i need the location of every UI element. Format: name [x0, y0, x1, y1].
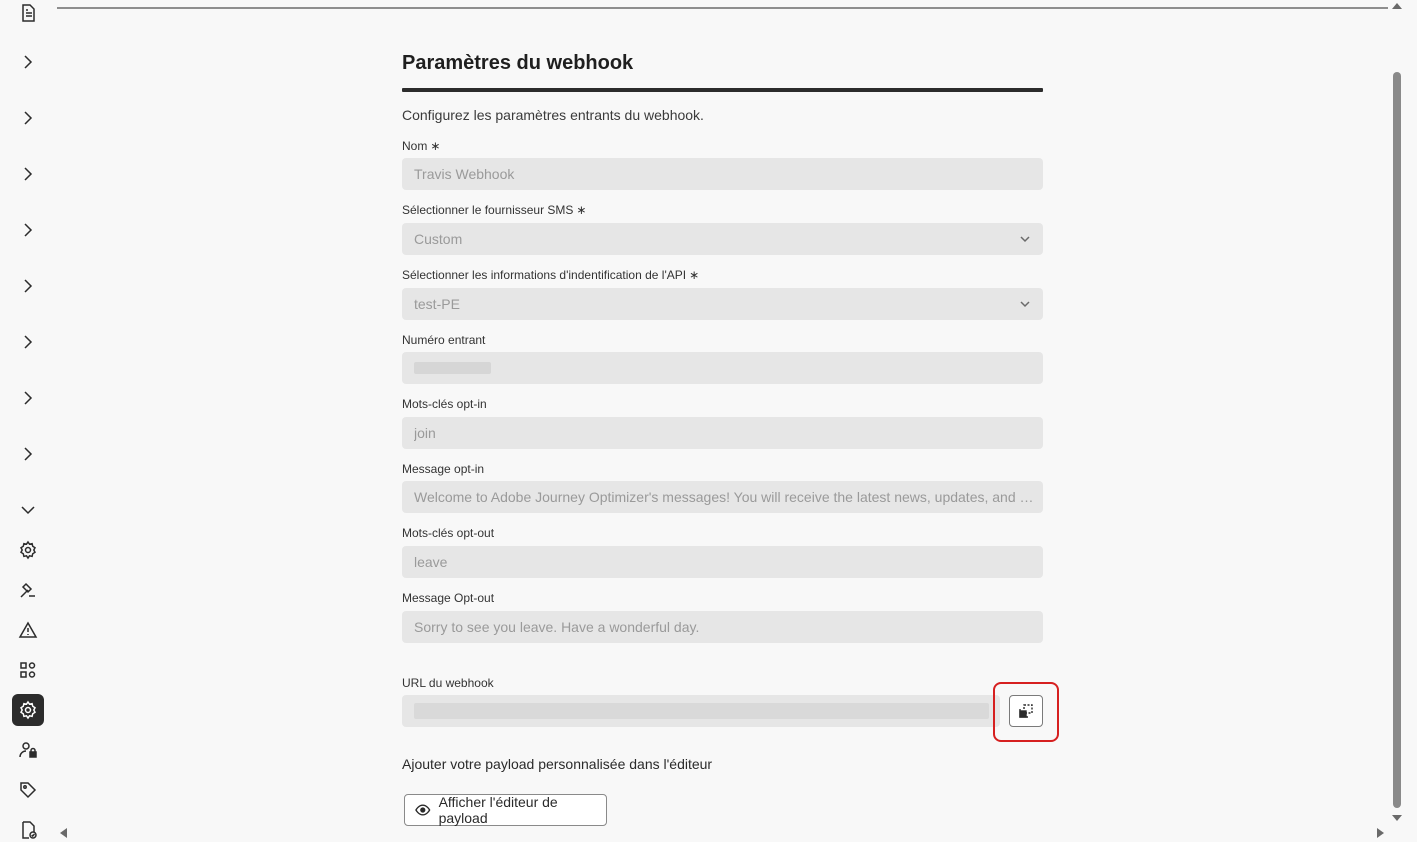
chevron-down-icon [1020, 301, 1030, 308]
credentials-select[interactable]: test-PE [402, 288, 1043, 320]
chevron-right-icon[interactable] [12, 158, 44, 190]
vertical-scrollbar[interactable] [1389, 0, 1417, 842]
left-rail [0, 0, 56, 842]
optout-message-value: Sorry to see you leave. Have a wonderful… [414, 619, 700, 635]
payload-button-label: Afficher l'éditeur de payload [438, 794, 558, 826]
scroll-up-arrow-icon[interactable] [1392, 3, 1402, 9]
chevron-right-icon[interactable] [12, 214, 44, 246]
chevron-down-icon [1020, 236, 1030, 243]
webhook-url-label: URL du webhook [402, 676, 494, 690]
show-payload-editor-button[interactable]: Afficher l'éditeur de payload [404, 794, 607, 826]
title-divider [402, 88, 1043, 92]
page-title: Paramètres du webhook [402, 52, 634, 74]
file-check-icon[interactable] [12, 814, 44, 842]
tag-icon[interactable] [12, 774, 44, 806]
required-mark: ∗ [576, 203, 587, 217]
optout-keywords-label: Mots-clés opt-out [402, 526, 495, 540]
optin-message-value: Welcome to Adobe Journey Optimizer's mes… [414, 489, 1034, 505]
optout-keywords-value: leave [414, 554, 448, 570]
chevron-right-icon[interactable] [12, 270, 44, 302]
document-icon[interactable] [12, 0, 44, 29]
scroll-down-arrow-icon[interactable] [1392, 815, 1402, 821]
chevron-right-icon[interactable] [12, 438, 44, 470]
provider-label-text: Sélectionner le fournisseur SMS [402, 203, 574, 217]
chevron-right-icon[interactable] [12, 326, 44, 358]
provider-select[interactable]: Custom [402, 223, 1043, 255]
chevron-right-icon[interactable] [12, 102, 44, 134]
chevron-down-icon[interactable] [12, 494, 44, 526]
optin-message-label: Message opt-in [402, 462, 485, 476]
eye-icon [415, 804, 431, 816]
optin-message-field[interactable]: Welcome to Adobe Journey Optimizer's mes… [402, 481, 1043, 513]
optout-message-field[interactable]: Sorry to see you leave. Have a wonderful… [402, 611, 1043, 643]
redacted-url [414, 703, 989, 719]
optout-message-label: Message Opt-out [402, 591, 495, 605]
gear-icon[interactable] [12, 534, 44, 566]
scrollbar-thumb[interactable] [1393, 72, 1401, 808]
webhook-url-field[interactable] [402, 695, 1000, 727]
name-label: Nom ∗ [402, 139, 440, 153]
chevron-right-icon[interactable] [12, 382, 44, 414]
workflow-icon[interactable] [12, 654, 44, 686]
top-divider [57, 7, 1388, 9]
alert-icon[interactable] [12, 614, 44, 646]
copy-icon [1019, 704, 1033, 718]
user-lock-icon[interactable] [12, 734, 44, 766]
optin-keywords-label: Mots-clés opt-in [402, 397, 487, 411]
form-description: Configurez les paramètres entrants du we… [402, 107, 704, 123]
name-value: Travis Webhook [414, 166, 515, 182]
credentials-value: test-PE [414, 296, 460, 312]
redacted-value [414, 362, 491, 374]
optin-keywords-value: join [414, 425, 436, 441]
optout-keywords-field[interactable]: leave [402, 546, 1043, 578]
copy-url-button[interactable] [1009, 695, 1043, 727]
provider-label: Sélectionner le fournisseur SMS ∗ [402, 203, 586, 217]
provider-value: Custom [414, 231, 463, 247]
payload-instructions: Ajouter votre payload personnalisée dans… [402, 756, 713, 772]
hammer-icon[interactable] [12, 574, 44, 606]
scroll-left-arrow-icon[interactable] [60, 828, 67, 838]
scroll-right-arrow-icon[interactable] [1377, 828, 1384, 838]
settings-icon[interactable] [12, 694, 44, 726]
credentials-label-text: Sélectionner les informations d'indentif… [402, 268, 687, 282]
chevron-right-icon[interactable] [12, 46, 44, 78]
credentials-label: Sélectionner les informations d'indentif… [402, 268, 699, 282]
name-field[interactable]: Travis Webhook [402, 158, 1043, 190]
inbound-number-label: Numéro entrant [402, 333, 486, 347]
inbound-number-field[interactable] [402, 352, 1043, 384]
name-label-text: Nom [402, 139, 428, 153]
required-mark: ∗ [689, 268, 700, 282]
required-mark: ∗ [430, 139, 441, 153]
optin-keywords-field[interactable]: join [402, 417, 1043, 449]
